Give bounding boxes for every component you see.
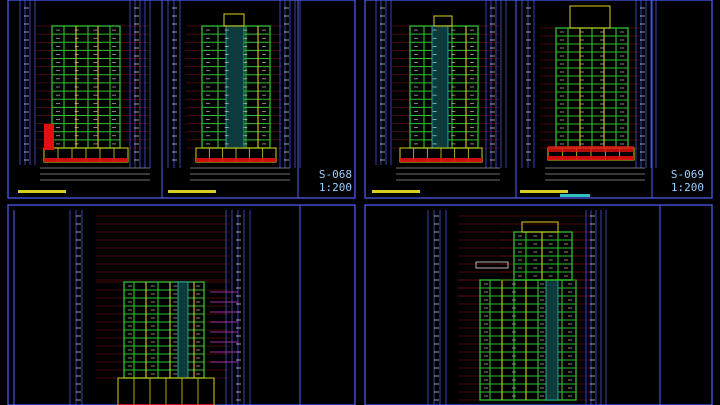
grid-line-bundle: [485, 0, 507, 168]
foundation: [400, 158, 482, 162]
red-fill-block: [44, 124, 54, 150]
drawing-caption: [372, 190, 420, 193]
dimension-string: [396, 167, 645, 181]
building-elevation-f: [458, 279, 590, 401]
drawing-caption: [168, 190, 216, 193]
drawing-caption: [560, 194, 590, 197]
core-shaft: [177, 281, 189, 379]
grid-line-bundle: [19, 0, 36, 165]
rooftop-structure: [223, 13, 245, 27]
foundation: [44, 158, 128, 162]
building-elevation-c: [392, 15, 500, 163]
elevation-tick-column: [236, 215, 241, 401]
core-shaft: [225, 25, 245, 149]
sheet-scale: 1:200: [318, 181, 352, 194]
elevation-tick-column: [434, 215, 439, 401]
elevation-tick-column: [526, 7, 531, 161]
sheet-code: S-069: [670, 168, 704, 181]
sheet-scale: 1:200: [670, 181, 704, 194]
rooftop-structure: [569, 5, 611, 29]
drawing-caption: [520, 190, 568, 193]
sheet-label-s069: S-069 1:200: [652, 168, 704, 194]
cad-drawing-canvas[interactable]: [0, 0, 720, 405]
elevation-tick-column: [172, 7, 177, 161]
red-fill-block: [548, 146, 634, 152]
foundation: [196, 158, 276, 162]
grid-line-bundle: [521, 0, 535, 168]
rooftop-structure: [521, 221, 559, 233]
sheet-code: S-068: [318, 168, 352, 181]
foundation: [548, 156, 634, 160]
core-shaft: [545, 279, 559, 401]
grid-line-bundle: [279, 0, 301, 168]
drawing-caption: [18, 190, 66, 193]
elevation-tick-column: [76, 215, 81, 401]
building-elevation-d: [540, 5, 640, 161]
dimension-string: [40, 167, 290, 181]
rooftop-structure: [433, 15, 453, 27]
building-elevation-e: [96, 281, 230, 405]
building-elevation-b: [186, 13, 282, 163]
sheet-label-s068: S-068 1:200: [300, 168, 352, 194]
grid-line-bundle: [129, 0, 151, 168]
building-elevation-f-upper: [500, 221, 590, 281]
grid-line-bundle: [375, 0, 392, 165]
canopy: [475, 261, 509, 269]
grid-line-bundle: [167, 0, 181, 168]
